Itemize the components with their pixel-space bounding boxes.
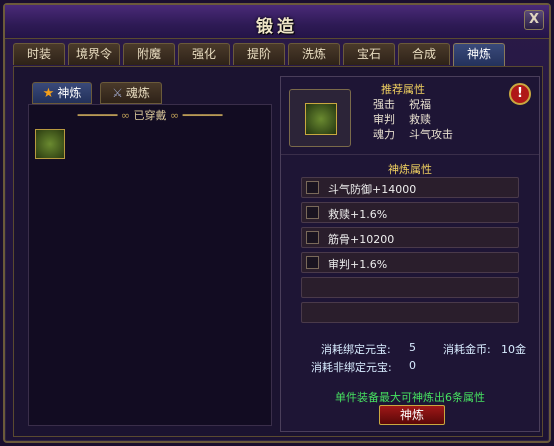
lock-checkbox[interactable]: [306, 181, 319, 194]
lock-checkbox[interactable]: [306, 231, 319, 244]
tab-fashion[interactable]: 时装: [13, 43, 65, 65]
subtab-label: 魂炼: [125, 86, 150, 100]
tab-realm[interactable]: 境界令: [68, 43, 120, 65]
tab-bar: 时装 境界令 附魔 强化 提阶 洗炼 宝石 合成 神炼: [13, 43, 505, 67]
cost-bound-value: 5: [409, 341, 416, 354]
attr-label: 祝福: [409, 98, 431, 111]
title-bar[interactable]: 锻造 X: [5, 5, 549, 39]
recommend-attrs: 强击 祝福 审判 救赎 魂力 斗气攻击: [373, 98, 523, 142]
recommend-title: 推荐属性: [381, 83, 425, 96]
window-title: 锻造: [256, 17, 298, 37]
attr-label: 救赎: [409, 113, 431, 126]
refine-attr: 审判+1.6%: [328, 258, 388, 271]
refine-button[interactable]: 神炼: [379, 405, 445, 425]
selected-item-slot[interactable]: [289, 89, 351, 147]
equipped-header-label: 已穿戴: [133, 109, 167, 122]
ornament-icon: ━━━━━━ ∞: [77, 109, 134, 122]
lock-checkbox[interactable]: [306, 256, 319, 269]
attr-label: 审判: [373, 113, 395, 126]
star-icon: ★: [42, 86, 55, 101]
refine-attr: 斗气防御+14000: [328, 183, 417, 196]
tab-reroll[interactable]: 洗炼: [288, 43, 340, 65]
refine-row[interactable]: 斗气防御+14000: [301, 177, 519, 198]
refine-row-empty: [301, 277, 519, 298]
tab-strengthen[interactable]: 强化: [178, 43, 230, 65]
equipment-item-icon[interactable]: [35, 129, 65, 159]
cost-gold-value: 10金: [501, 343, 526, 356]
refine-row[interactable]: 审判+1.6%: [301, 252, 519, 273]
left-panel: ★ 神炼 ⚔ 魂炼 ━━━━━━ ∞ 已穿戴 ∞ ━━━━━━: [20, 76, 272, 432]
ornament-icon: ∞ ━━━━━━: [166, 109, 223, 122]
refine-hint: 单件装备最大可神炼出6条属性: [335, 391, 485, 404]
tab-enchant[interactable]: 附魔: [123, 43, 175, 65]
tab-upgrade[interactable]: 提阶: [233, 43, 285, 65]
subtab-divine-refine[interactable]: ★ 神炼: [32, 82, 92, 104]
lock-checkbox[interactable]: [306, 206, 319, 219]
equipment-item-icon: [305, 103, 337, 135]
recommend-section: 推荐属性 ! 强击 祝福 审判 救赎 魂力 斗气攻击: [281, 77, 539, 155]
subtab-label: 神炼: [57, 86, 82, 100]
cost-bound-label: 消耗绑定元宝:: [321, 343, 391, 356]
close-button[interactable]: X: [524, 10, 544, 30]
refine-row-empty: [301, 302, 519, 323]
cost-unbound-label: 消耗非绑定元宝:: [311, 361, 392, 374]
attr-label: 斗气攻击: [409, 128, 453, 141]
forge-window: 锻造 X 时装 境界令 附魔 强化 提阶 洗炼 宝石 合成 神炼 ★ 神炼 ⚔ 魂炼…: [3, 3, 551, 443]
content-panel: ★神炼 ⚔魂炼 ━━━━━━ ∞ 已穿戴 ∞ ━━━━━━ 推荐属性 ! 强: [13, 66, 543, 437]
right-panel: 推荐属性 ! 强击 祝福 审判 救赎 魂力 斗气攻击 神炼属性 斗气防御+140…: [280, 76, 540, 432]
attr-label: 魂力: [373, 128, 395, 141]
equipped-list: ━━━━━━ ∞ 已穿戴 ∞ ━━━━━━: [28, 104, 272, 426]
tab-gem[interactable]: 宝石: [343, 43, 395, 65]
tab-compose[interactable]: 合成: [398, 43, 450, 65]
refine-attr: 筋骨+10200: [328, 233, 395, 246]
tab-divine-refine[interactable]: 神炼: [453, 43, 505, 67]
refine-title: 神炼属性: [388, 163, 432, 176]
sword-icon: ⚔: [112, 86, 123, 100]
attr-label: 强击: [373, 98, 395, 111]
refine-row[interactable]: 救赎+1.6%: [301, 202, 519, 223]
cost-unbound-value: 0: [409, 359, 416, 372]
cost-gold-label: 消耗金币:: [443, 343, 491, 356]
subtab-soul-refine[interactable]: ⚔ 魂炼: [100, 82, 162, 104]
refine-attr: 救赎+1.6%: [328, 208, 388, 221]
refine-row[interactable]: 筋骨+10200: [301, 227, 519, 248]
equipped-header: ━━━━━━ ∞ 已穿戴 ∞ ━━━━━━: [29, 107, 271, 123]
